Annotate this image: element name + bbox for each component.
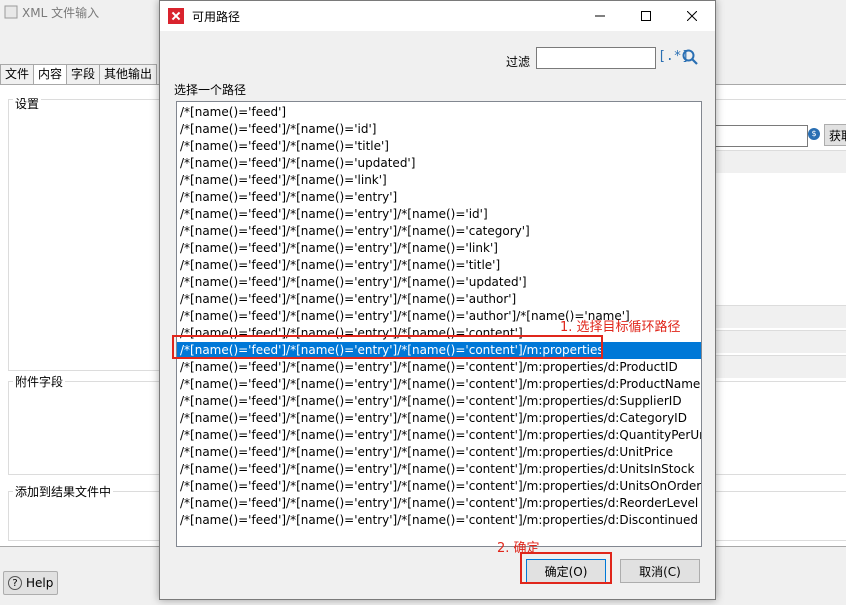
background-row bbox=[700, 305, 846, 328]
path-list-item[interactable]: /*[name()='feed']/*[name()='entry']/*[na… bbox=[177, 512, 701, 529]
background-row bbox=[700, 355, 846, 378]
add-result-group-label: 添加到结果文件中 bbox=[13, 483, 114, 500]
dialog-title-bar[interactable]: 可用路径 bbox=[160, 1, 715, 31]
path-list-item[interactable]: /*[name()='feed']/*[name()='entry']/*[na… bbox=[177, 427, 701, 444]
path-list-item[interactable]: /*[name()='feed'] bbox=[177, 104, 701, 121]
xml-input-icon bbox=[4, 5, 18, 19]
app-logo-icon bbox=[168, 8, 184, 24]
path-list-item[interactable]: /*[name()='feed']/*[name()='entry']/*[na… bbox=[177, 206, 701, 223]
path-list-item[interactable]: /*[name()='feed']/*[name()='title'] bbox=[177, 138, 701, 155]
path-list-item[interactable]: /*[name()='feed']/*[name()='updated'] bbox=[177, 155, 701, 172]
minimize-icon bbox=[595, 15, 605, 17]
path-list-item[interactable]: /*[name()='feed']/*[name()='entry']/*[na… bbox=[177, 461, 701, 478]
filter-input[interactable] bbox=[536, 47, 656, 69]
path-list-item[interactable]: /*[name()='feed']/*[name()='entry']/*[na… bbox=[177, 274, 701, 291]
path-list-item[interactable]: /*[name()='feed']/*[name()='entry']/*[na… bbox=[177, 223, 701, 240]
background-window-title: XML 文件输入 bbox=[22, 5, 100, 20]
help-button[interactable]: ? Help bbox=[3, 571, 58, 595]
background-title-bar: XML 文件输入 bbox=[0, 0, 99, 24]
close-icon bbox=[687, 11, 697, 21]
annotation-step-2: 2. 确定 bbox=[497, 541, 540, 556]
cancel-button[interactable]: 取消(C) bbox=[620, 559, 700, 583]
path-list-item[interactable]: /*[name()='feed']/*[name()='entry']/*[na… bbox=[177, 478, 701, 495]
path-list-item[interactable]: /*[name()='feed']/*[name()='entry']/*[na… bbox=[177, 257, 701, 274]
path-list-item[interactable]: /*[name()='feed']/*[name()='entry']/*[na… bbox=[177, 291, 701, 308]
background-row bbox=[700, 150, 846, 173]
background-tab-strip: 文件 内容 字段 其他输出 bbox=[0, 64, 158, 85]
dialog-title: 可用路径 bbox=[192, 9, 241, 24]
path-list-item[interactable]: /*[name()='feed']/*[name()='entry']/*[na… bbox=[177, 240, 701, 257]
available-paths-dialog: 可用路径 过滤 [.*] 选择一个路径 /*[name()='feed']/*[… bbox=[159, 0, 716, 600]
settings-group-label: 设置 bbox=[13, 95, 42, 112]
path-list-item[interactable]: /*[name()='feed']/*[name()='entry']/*[na… bbox=[177, 410, 701, 427]
variable-icon[interactable]: $ bbox=[808, 128, 820, 140]
path-list-item[interactable]: /*[name()='feed']/*[name()='link'] bbox=[177, 172, 701, 189]
path-list-item[interactable]: /*[name()='feed']/*[name()='entry']/*[na… bbox=[177, 376, 701, 393]
attach-fields-group-label: 附件字段 bbox=[13, 373, 66, 390]
ok-button[interactable]: 确定(O) bbox=[526, 559, 606, 583]
tab-file[interactable]: 文件 bbox=[0, 64, 35, 84]
maximize-icon bbox=[641, 11, 651, 21]
tab-other-output[interactable]: 其他输出 bbox=[99, 64, 158, 84]
filter-label: 过滤 bbox=[506, 55, 531, 69]
path-list-item[interactable]: /*[name()='feed']/*[name()='entry']/*[na… bbox=[177, 393, 701, 410]
path-list-item-selected[interactable]: /*[name()='feed']/*[name()='entry']/*[na… bbox=[177, 342, 701, 359]
tab-fields[interactable]: 字段 bbox=[66, 64, 101, 84]
path-list-item[interactable]: /*[name()='feed']/*[name()='entry']/*[na… bbox=[177, 444, 701, 461]
path-list-item[interactable]: /*[name()='feed']/*[name()='entry']/*[na… bbox=[177, 495, 701, 512]
fetch-button[interactable]: 获取 bbox=[824, 124, 846, 146]
help-icon: ? bbox=[8, 576, 22, 590]
path-list-item[interactable]: /*[name()='feed']/*[name()='entry'] bbox=[177, 189, 701, 206]
maximize-button[interactable] bbox=[623, 1, 669, 31]
help-button-label: Help bbox=[26, 576, 54, 590]
close-button[interactable] bbox=[669, 1, 715, 31]
background-filename-input[interactable] bbox=[700, 125, 808, 147]
path-list-item[interactable]: /*[name()='feed']/*[name()='entry']/*[na… bbox=[177, 359, 701, 376]
background-row bbox=[700, 330, 846, 353]
annotation-step-1: 1. 选择目标循环路径 bbox=[560, 320, 681, 335]
path-list-item[interactable]: /*[name()='feed']/*[name()='id'] bbox=[177, 121, 701, 138]
tab-content[interactable]: 内容 bbox=[33, 64, 68, 85]
minimize-button[interactable] bbox=[577, 1, 623, 31]
search-icon[interactable] bbox=[682, 49, 698, 65]
path-list-label: 选择一个路径 bbox=[174, 83, 247, 97]
